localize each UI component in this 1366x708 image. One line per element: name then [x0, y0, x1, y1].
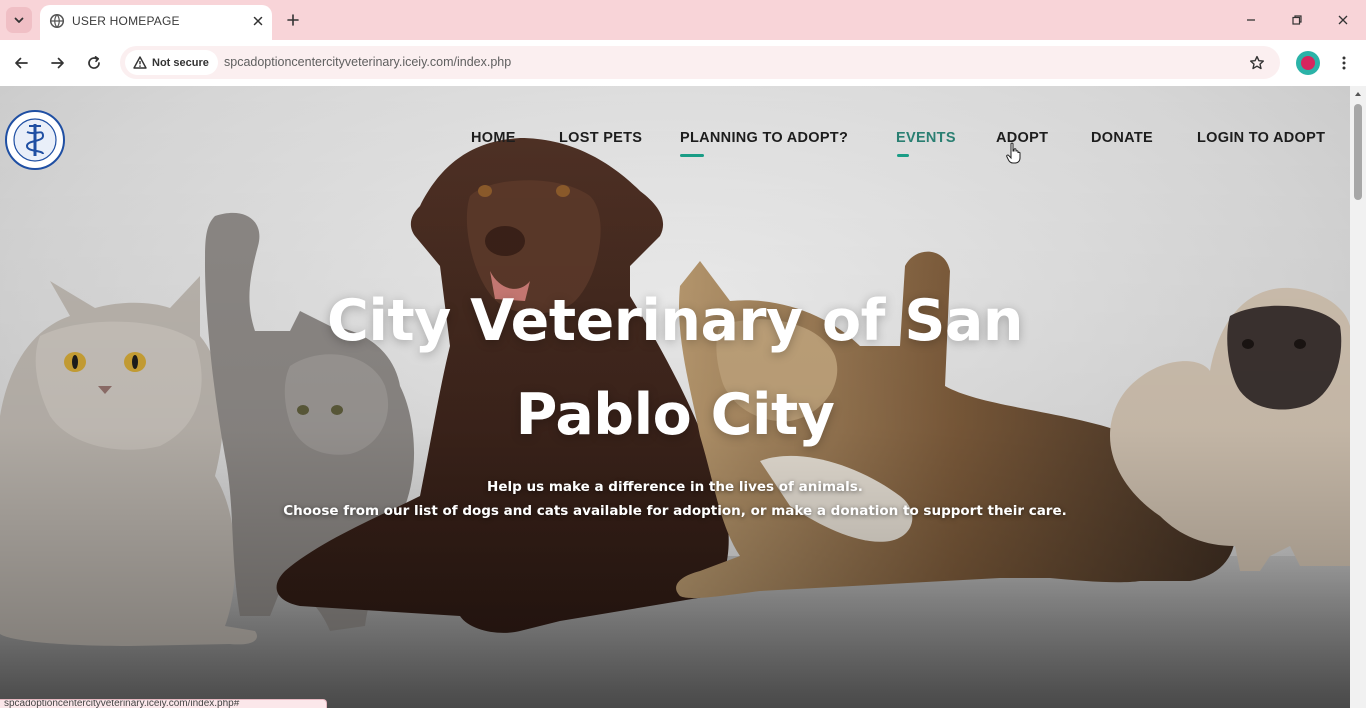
arrow-left-icon: [15, 57, 28, 69]
status-url-bubble: spcadoptioncentercityveterinary.iceiy.co…: [0, 699, 327, 708]
tab-strip: USER HOMEPAGE: [0, 0, 1366, 40]
page-viewport: HOME LOST PETS PLANNING TO ADOPT? EVENTS…: [0, 86, 1350, 708]
globe-icon: [49, 13, 65, 29]
browser-toolbar: Not secure spcadoptioncentercityveterina…: [0, 40, 1366, 86]
tab-close-button[interactable]: [248, 11, 268, 31]
nav-events-underline: [897, 154, 909, 157]
nav-planning-to-adopt[interactable]: PLANNING TO ADOPT?: [680, 130, 848, 146]
hero-subtitle-line-2: Choose from our list of dogs and cats av…: [283, 503, 1067, 519]
nav-donate[interactable]: DONATE: [1091, 130, 1153, 146]
window-close-button[interactable]: [1330, 8, 1356, 32]
hero-title: City Veterinary of San Pablo City: [327, 288, 1023, 448]
reload-icon: [88, 56, 100, 69]
nav-lost-pets[interactable]: LOST PETS: [559, 130, 642, 146]
back-button[interactable]: [9, 51, 33, 75]
minimize-icon: [1247, 19, 1255, 21]
site-navigation: HOME LOST PETS PLANNING TO ADOPT? EVENTS…: [0, 130, 1350, 160]
bookmark-button[interactable]: [1246, 52, 1268, 74]
plus-icon: [287, 14, 299, 26]
minimize-button[interactable]: [1238, 8, 1264, 32]
chevron-down-icon: [14, 17, 24, 23]
nav-planning-underline: [680, 154, 704, 157]
scroll-thumb[interactable]: [1354, 104, 1362, 200]
new-tab-button[interactable]: [282, 9, 304, 31]
security-label: Not secure: [152, 56, 209, 69]
hero-subtitle-line-1: Help us make a difference in the lives o…: [487, 479, 863, 495]
browser-menu-button[interactable]: [1334, 51, 1354, 75]
nav-adopt[interactable]: ADOPT: [996, 130, 1048, 146]
hero-subtitle: Help us make a difference in the lives o…: [240, 475, 1110, 523]
reload-button[interactable]: [82, 51, 106, 75]
kebab-menu-icon: [1342, 56, 1346, 70]
restore-icon: [1292, 15, 1302, 25]
nav-login-to-adopt[interactable]: LOGIN TO ADOPT: [1197, 130, 1325, 146]
restore-button[interactable]: [1284, 8, 1310, 32]
star-icon: [1250, 55, 1264, 70]
avatar-icon: [1301, 56, 1315, 70]
forward-button[interactable]: [46, 51, 70, 75]
site-info-button[interactable]: Not secure: [125, 50, 218, 75]
tab-title: USER HOMEPAGE: [72, 14, 180, 28]
scroll-up-arrow-icon[interactable]: [1354, 90, 1362, 98]
tab-search-button[interactable]: [6, 7, 32, 33]
status-url-text: spcadoptioncentercityveterinary.iceiy.co…: [4, 699, 240, 708]
active-tab[interactable]: USER HOMEPAGE: [40, 5, 272, 40]
nav-events[interactable]: EVENTS: [896, 130, 956, 146]
address-bar[interactable]: Not secure spcadoptioncentercityveterina…: [120, 46, 1280, 79]
profile-avatar-button[interactable]: [1296, 51, 1320, 75]
close-icon: [253, 16, 263, 26]
hand-pointer-icon: [1006, 142, 1021, 164]
warning-icon: [133, 56, 147, 69]
arrow-right-icon: [51, 57, 64, 69]
nav-home[interactable]: HOME: [471, 130, 516, 146]
page-scrollbar[interactable]: [1350, 86, 1366, 708]
close-icon: [1338, 15, 1348, 25]
url-text[interactable]: spcadoptioncentercityveterinary.iceiy.co…: [224, 55, 511, 69]
